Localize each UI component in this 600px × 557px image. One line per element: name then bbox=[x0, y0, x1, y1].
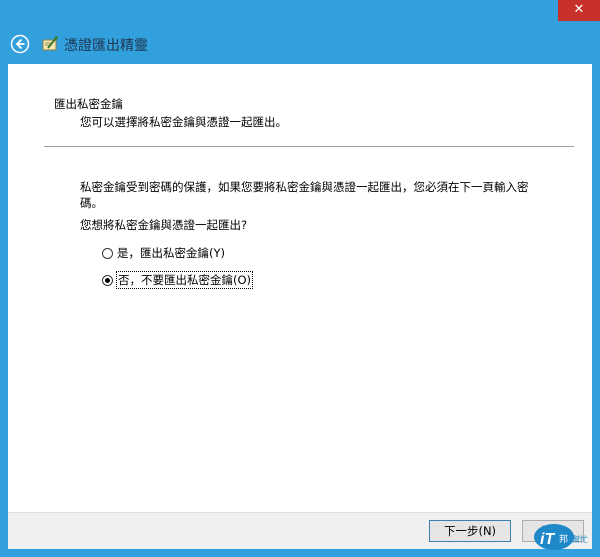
wizard-title: 憑證匯出精靈 bbox=[64, 38, 148, 54]
svg-text:幫忙: 幫忙 bbox=[572, 534, 588, 544]
wizard-window: ✕ 憑證匯出精靈 匯出私密金鑰 您可以選擇將私密金鑰與憑證一起匯出。 私密金鑰受… bbox=[0, 0, 600, 557]
radio-button-yes[interactable] bbox=[102, 247, 113, 259]
section-description: 您可以選擇將私密金鑰與憑證一起匯出。 bbox=[80, 115, 287, 129]
radio-button-no[interactable] bbox=[102, 274, 113, 286]
section-title: 匯出私密金鑰 bbox=[54, 97, 123, 111]
next-button[interactable]: 下一步(N) bbox=[429, 520, 511, 542]
window-bottom-border bbox=[0, 549, 600, 557]
export-question: 您想將私密金鑰與憑證一起匯出? bbox=[80, 218, 248, 232]
certificate-wizard-icon bbox=[42, 36, 58, 51]
radio-option-yes[interactable]: 是，匯出私密金鑰(Y) bbox=[102, 244, 225, 262]
wizard-content: 匯出私密金鑰 您可以選擇將私密金鑰與憑證一起匯出。 私密金鑰受到密碼的保護，如果… bbox=[8, 64, 592, 512]
header-divider bbox=[44, 146, 574, 147]
close-button[interactable]: ✕ bbox=[558, 0, 600, 21]
svg-text:邦: 邦 bbox=[559, 533, 568, 545]
radio-label-no[interactable]: 否，不要匯出私密金鑰(O) bbox=[115, 271, 254, 289]
explanation-text: 私密金鑰受到密碼的保護，如果您要將私密金鑰與憑證一起匯出，您必須在下一頁輸入密碼… bbox=[80, 180, 529, 210]
ithome-watermark-logo: iT 邦 幫忙 bbox=[534, 524, 588, 550]
radio-label-yes[interactable]: 是，匯出私密金鑰(Y) bbox=[117, 245, 225, 261]
radio-option-no[interactable]: 否，不要匯出私密金鑰(O) bbox=[102, 271, 254, 289]
back-arrow-icon[interactable] bbox=[10, 34, 30, 54]
svg-text:iT: iT bbox=[540, 531, 555, 548]
wizard-header: 憑證匯出精靈 bbox=[0, 24, 600, 64]
wizard-footer: 下一步(N) 取消 bbox=[8, 512, 592, 550]
